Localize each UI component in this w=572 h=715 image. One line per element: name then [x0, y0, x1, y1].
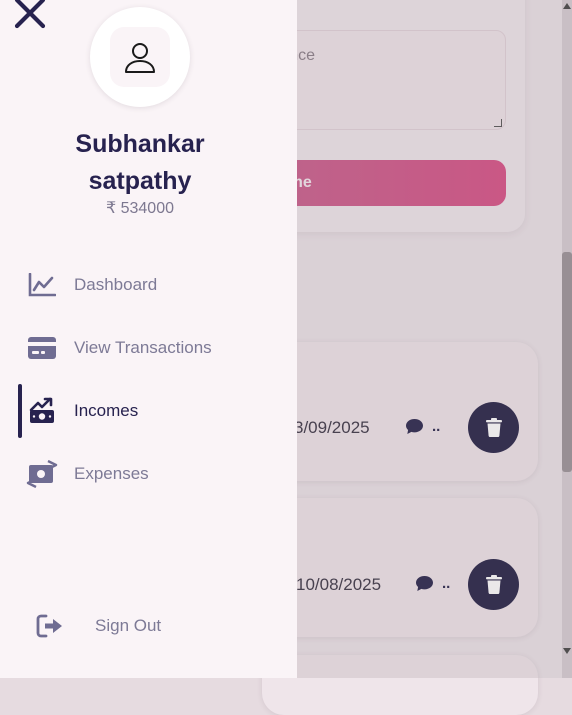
active-indicator: [18, 384, 22, 438]
chart-line-icon: [26, 271, 58, 299]
nav-item-dashboard[interactable]: Dashboard: [0, 265, 297, 305]
credit-card-icon: [26, 334, 58, 362]
user-name: Subhankar satpathy: [75, 130, 205, 195]
nav-label-expenses: Expenses: [74, 464, 149, 483]
money-trend-icon: [26, 397, 58, 425]
sign-out-icon: [34, 612, 66, 640]
user-balance: ₹ 534000: [105, 200, 174, 217]
nav-label-dashboard: Dashboard: [74, 275, 158, 294]
nav-item-incomes[interactable]: Incomes: [0, 384, 297, 438]
nav-item-expenses[interactable]: Expenses: [0, 454, 297, 494]
avatar-inner: [110, 27, 170, 87]
sign-out-button[interactable]: Sign Out: [0, 606, 297, 646]
nav-label-view-transactions: View Transactions: [74, 338, 212, 357]
nav-item-view-transactions[interactable]: View Transactions: [0, 328, 297, 368]
sign-out-label: Sign Out: [95, 616, 162, 635]
close-icon: [14, 0, 46, 29]
side-drawer: Subhankar satpathy ₹ 534000 Dashboard Vi…: [0, 0, 297, 678]
nav-label-incomes: Incomes: [74, 401, 139, 420]
money-exchange-icon: [26, 460, 58, 488]
avatar: [90, 7, 190, 107]
user-icon: [125, 43, 155, 73]
close-drawer-button[interactable]: [14, 0, 46, 29]
